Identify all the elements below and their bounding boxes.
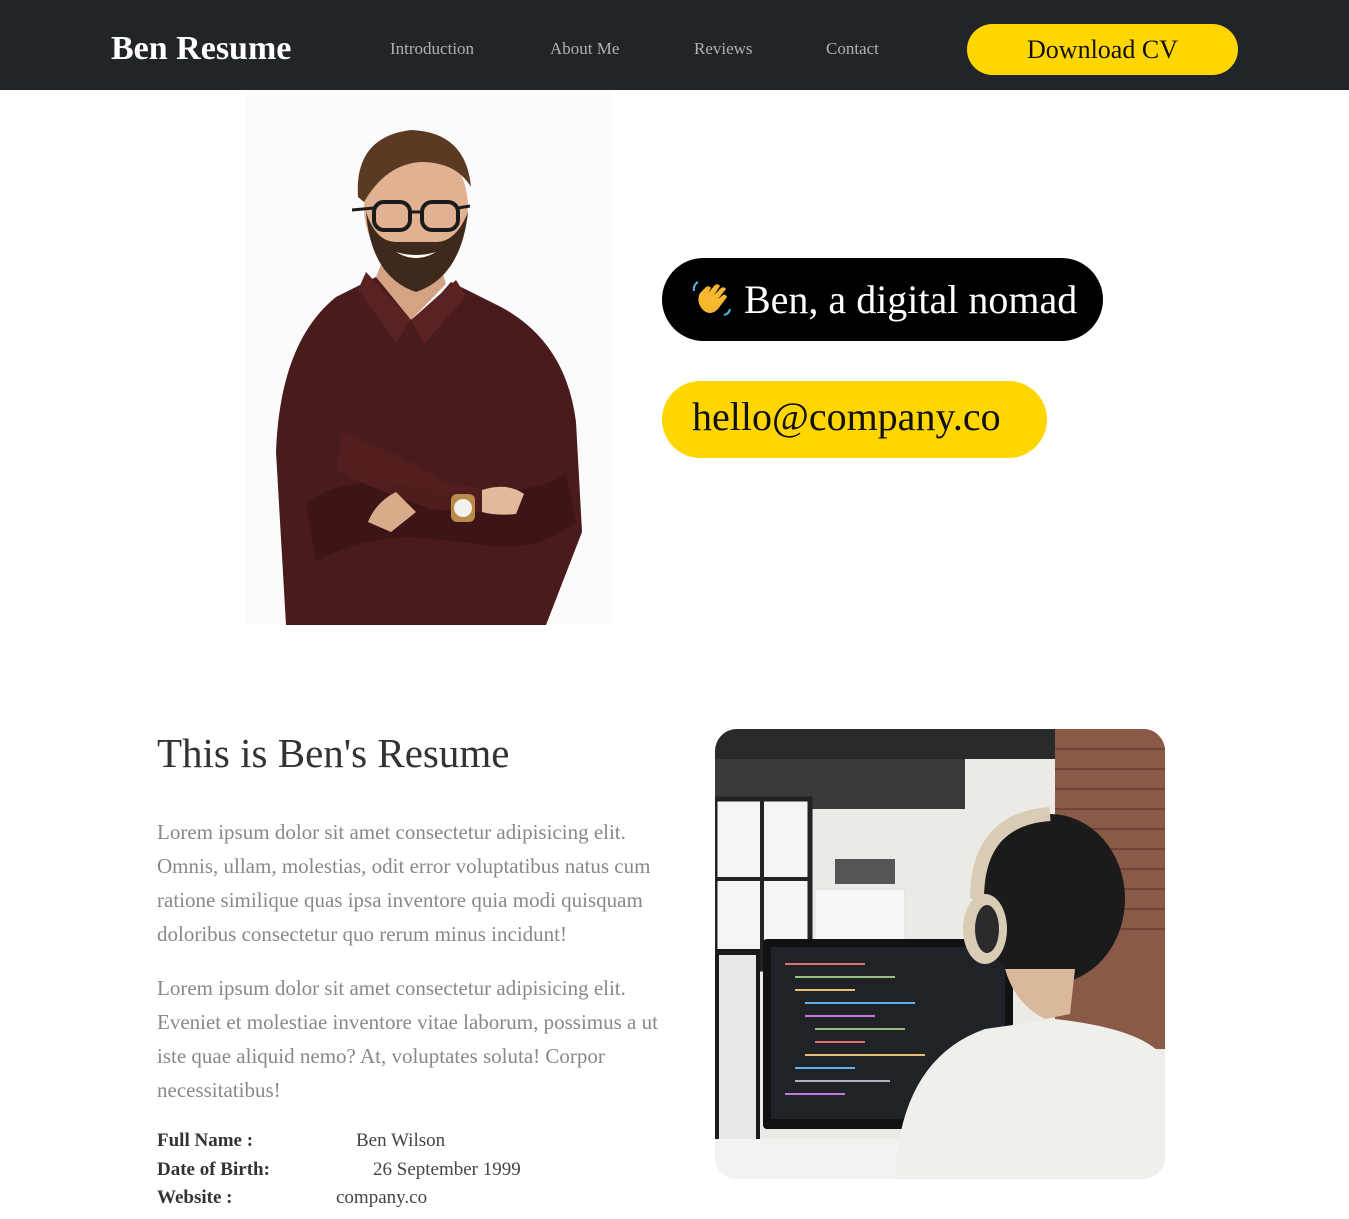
portrait-photo xyxy=(246,92,612,625)
detail-value[interactable]: company.co xyxy=(336,1186,427,1210)
greeting-text: Ben, a digital nomad xyxy=(744,277,1078,322)
about-title: This is Ben's Resume xyxy=(157,730,510,776)
detail-label: Date of Birth: xyxy=(157,1159,270,1180)
nav-link-contact[interactable]: Contact xyxy=(826,39,879,59)
nav-link-about-me[interactable]: About Me xyxy=(550,39,619,59)
detail-value: Ben Wilson xyxy=(356,1130,446,1151)
greeting-pill: Ben, a digital nomad xyxy=(662,258,1103,341)
navbar: Ben Resume Introduction About Me Reviews… xyxy=(0,0,1349,90)
detail-value: 26 September 1999 xyxy=(373,1159,521,1180)
workspace-photo xyxy=(715,729,1165,1179)
detail-label: Full Name : xyxy=(157,1130,254,1151)
about-paragraph-1: Lorem ipsum dolor sit amet consectetur a… xyxy=(157,820,651,946)
brand-logo[interactable]: Ben Resume xyxy=(111,28,291,70)
download-cv-button[interactable]: Download CV xyxy=(967,24,1238,75)
detail-label: Website : xyxy=(157,1187,233,1208)
waving-hand-icon xyxy=(690,279,732,321)
email-text[interactable]: hello@company.co xyxy=(692,393,1001,440)
nav-link-reviews[interactable]: Reviews xyxy=(694,39,753,59)
about-paragraph-2: Lorem ipsum dolor sit amet consectetur a… xyxy=(157,976,658,1102)
email-pill[interactable]: hello@company.co xyxy=(662,381,1047,458)
nav-link-introduction[interactable]: Introduction xyxy=(390,39,474,59)
